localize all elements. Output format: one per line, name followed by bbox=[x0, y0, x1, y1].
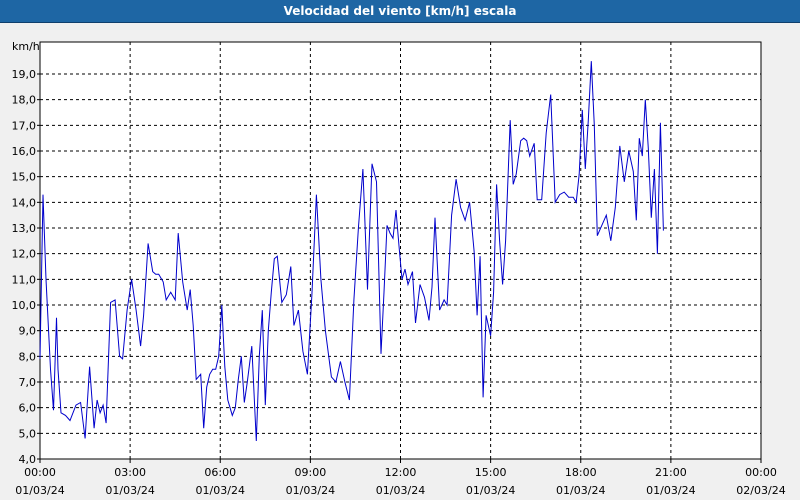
y-axis-ticks: 4,0 5,0 6,0 7,0 8,0 9,0 10,0 11,0 12,0 13,0 14,0 15… bbox=[12, 68, 40, 466]
x-tick-time-label: 15:00 bbox=[475, 466, 507, 479]
x-tick-time-label: 21:00 bbox=[655, 466, 687, 479]
x-tick-time-label: 09:00 bbox=[295, 466, 327, 479]
y-tick-label: 16,0 bbox=[12, 145, 37, 158]
x-tick-date-label: 01/03/24 bbox=[15, 484, 64, 497]
y-tick-label: 18,0 bbox=[12, 94, 37, 107]
x-tick-date-label: 01/03/24 bbox=[105, 484, 154, 497]
x-tick-date-label: 01/03/24 bbox=[196, 484, 245, 497]
x-tick-time-label: 18:00 bbox=[565, 466, 597, 479]
x-tick-date-label: 01/03/24 bbox=[286, 484, 335, 497]
x-tick-time-label: 03:00 bbox=[114, 466, 146, 479]
line-chart: 4,0 5,0 6,0 7,0 8,0 9,0 10,0 11,0 12,0 13,0 14,0 15… bbox=[12, 40, 786, 497]
y-tick-label: 7,0 bbox=[19, 376, 37, 389]
x-tick-date-label: 01/03/24 bbox=[466, 484, 515, 497]
y-tick-label: 12,0 bbox=[12, 248, 37, 261]
x-tick-date-label: 01/03/24 bbox=[376, 484, 425, 497]
x-tick-time-label: 00:00 bbox=[745, 466, 777, 479]
y-axis-label: km/h bbox=[12, 40, 40, 53]
x-tick-date-label: 01/03/24 bbox=[556, 484, 605, 497]
y-tick-label: 9,0 bbox=[19, 325, 37, 338]
y-tick-label: 6,0 bbox=[19, 402, 37, 415]
x-tick-date-label: 01/03/24 bbox=[646, 484, 695, 497]
y-tick-label: 8,0 bbox=[19, 350, 37, 363]
y-tick-label: 11,0 bbox=[12, 273, 37, 286]
x-axis-ticks: 00:00 01/03/24 03:00 01/03/24 06:00 01/03/24 0… bbox=[15, 459, 786, 497]
x-tick-time-label: 06:00 bbox=[204, 466, 236, 479]
y-tick-label: 17,0 bbox=[12, 119, 37, 132]
chart-window: Velocidad del viento [km/h] escala 4,0 5,… bbox=[0, 0, 800, 500]
y-tick-label: 14,0 bbox=[12, 196, 37, 209]
y-tick-label: 5,0 bbox=[19, 427, 37, 440]
x-tick-time-label: 12:00 bbox=[385, 466, 417, 479]
y-tick-label: 15,0 bbox=[12, 171, 37, 184]
y-tick-label: 10,0 bbox=[12, 299, 37, 312]
y-tick-label: 13,0 bbox=[12, 222, 37, 235]
x-tick-time-label: 00:00 bbox=[24, 466, 56, 479]
x-tick-date-label: 02/03/24 bbox=[736, 484, 785, 497]
y-tick-label: 4,0 bbox=[19, 453, 37, 466]
y-tick-label: 19,0 bbox=[12, 68, 37, 81]
